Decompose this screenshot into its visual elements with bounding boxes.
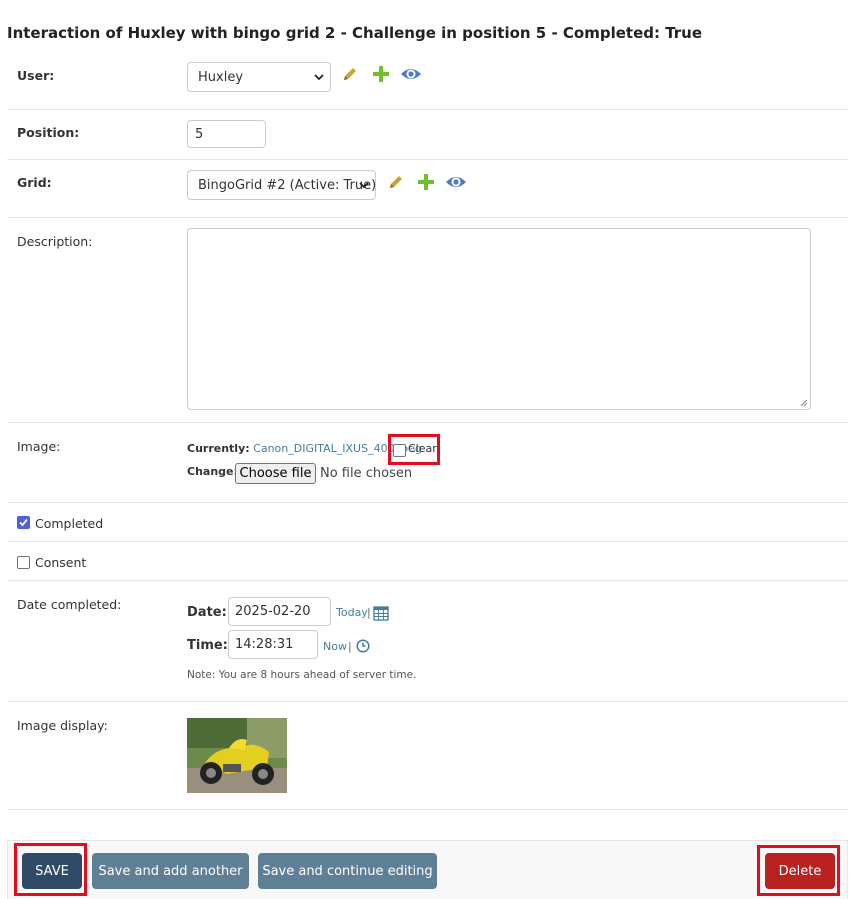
clear-label: Clear bbox=[408, 442, 437, 455]
edit-pencil-icon[interactable] bbox=[386, 172, 406, 192]
clear-checkbox[interactable] bbox=[393, 444, 406, 457]
user-select[interactable]: Huxley bbox=[187, 62, 331, 92]
motorcycle-image bbox=[187, 718, 287, 793]
view-eye-icon[interactable] bbox=[445, 172, 467, 192]
time-input[interactable]: 14:28:31 bbox=[228, 630, 318, 659]
chevron-down-icon bbox=[359, 182, 369, 189]
consent-checkbox[interactable] bbox=[17, 556, 30, 569]
grid-select-value: BingoGrid #2 (Active: True) bbox=[198, 177, 376, 193]
date-completed-label: Date completed: bbox=[17, 597, 122, 612]
grid-label: Grid: bbox=[17, 175, 52, 190]
image-display-row: Image display: bbox=[7, 702, 848, 810]
position-value: 5 bbox=[195, 126, 204, 142]
checkmark-icon bbox=[19, 518, 28, 527]
add-plus-icon[interactable] bbox=[416, 172, 436, 192]
grid-row: Grid: BingoGrid #2 (Active: True) bbox=[7, 160, 848, 218]
server-time-note: Note: You are 8 hours ahead of server ti… bbox=[187, 669, 417, 681]
delete-button[interactable]: Delete bbox=[765, 853, 835, 889]
time-separator: | bbox=[348, 640, 352, 653]
time-label: Time: bbox=[187, 638, 228, 653]
position-row: Position: 5 bbox=[7, 110, 848, 160]
consent-row: Consent bbox=[7, 542, 848, 581]
submit-row: SAVE Save and add another Save and conti… bbox=[7, 840, 848, 899]
no-file-chosen-text: No file chosen bbox=[320, 466, 413, 481]
completed-row: Completed bbox=[7, 503, 848, 542]
date-separator: | bbox=[367, 606, 371, 619]
calendar-icon[interactable] bbox=[373, 605, 389, 621]
save-add-another-button[interactable]: Save and add another bbox=[92, 853, 249, 889]
position-label: Position: bbox=[17, 125, 80, 140]
date-completed-row: Date completed: Date: 2025-02-20 Today |… bbox=[7, 581, 848, 702]
currently-label: Currently: bbox=[187, 442, 250, 455]
image-label: Image: bbox=[17, 439, 61, 454]
view-eye-icon[interactable] bbox=[400, 64, 422, 84]
now-link[interactable]: Now bbox=[323, 640, 347, 653]
consent-label: Consent bbox=[35, 555, 87, 570]
grid-select[interactable]: BingoGrid #2 (Active: True) bbox=[187, 170, 376, 200]
date-label: Date: bbox=[187, 605, 227, 620]
image-row: Image: Currently: Canon_DIGITAL_IXUS_400… bbox=[7, 423, 848, 503]
change-label: Change: bbox=[187, 465, 238, 478]
today-link[interactable]: Today bbox=[336, 606, 368, 619]
completed-label: Completed bbox=[35, 516, 104, 531]
date-value: 2025-02-20 bbox=[235, 604, 311, 619]
completed-checkbox[interactable] bbox=[17, 516, 30, 529]
description-row: Description: bbox=[7, 218, 848, 423]
time-value: 14:28:31 bbox=[235, 637, 294, 652]
save-continue-editing-button[interactable]: Save and continue editing bbox=[258, 853, 437, 889]
current-file-line: Currently: Canon_DIGITAL_IXUS_400.jpeg bbox=[187, 442, 422, 455]
user-select-value: Huxley bbox=[198, 69, 244, 85]
edit-pencil-icon[interactable] bbox=[340, 64, 360, 84]
chevron-down-icon bbox=[314, 74, 324, 81]
save-button[interactable]: SAVE bbox=[22, 853, 82, 889]
page-title: Interaction of Huxley with bingo grid 2 … bbox=[7, 24, 703, 42]
position-input[interactable]: 5 bbox=[187, 120, 266, 148]
date-input[interactable]: 2025-02-20 bbox=[228, 597, 331, 626]
clock-icon[interactable] bbox=[356, 639, 370, 653]
resize-handle-icon[interactable] bbox=[800, 399, 808, 407]
user-row: User: Huxley bbox=[7, 56, 848, 110]
description-textarea[interactable] bbox=[187, 228, 811, 410]
description-label: Description: bbox=[17, 234, 93, 249]
user-label: User: bbox=[17, 68, 55, 83]
add-plus-icon[interactable] bbox=[371, 64, 391, 84]
choose-file-button[interactable]: Choose file bbox=[235, 463, 316, 484]
image-display-label: Image display: bbox=[17, 718, 108, 733]
